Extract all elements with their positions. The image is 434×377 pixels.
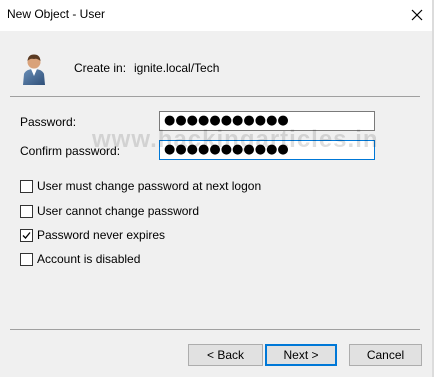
password-never-expires-checkbox[interactable] [20,229,33,242]
password-never-expires-label: Password never expires [37,228,166,242]
close-icon [411,9,423,21]
must-change-password-checkbox[interactable] [20,180,33,193]
divider [10,329,420,330]
password-label: Password: [20,115,77,129]
back-button[interactable]: < Back [188,344,263,366]
next-button[interactable]: Next > [265,344,337,366]
account-disabled-label: Account is disabled [37,252,141,266]
user-icon [20,52,48,86]
close-button[interactable] [404,2,430,28]
divider [10,96,420,97]
watermark: www.hackingarticles.in [92,126,379,153]
cannot-change-password-label: User cannot change password [37,204,200,218]
cannot-change-password-checkbox[interactable] [20,205,33,218]
create-in-label: Create in: [74,61,127,75]
cancel-button[interactable]: Cancel [349,344,422,366]
window-title: New Object - User [7,7,106,21]
account-disabled-checkbox[interactable] [20,253,33,266]
must-change-password-label: User must change password at next logon [37,179,262,193]
checkmark-icon [22,232,31,239]
create-in-path: ignite.local/Tech [134,61,220,75]
